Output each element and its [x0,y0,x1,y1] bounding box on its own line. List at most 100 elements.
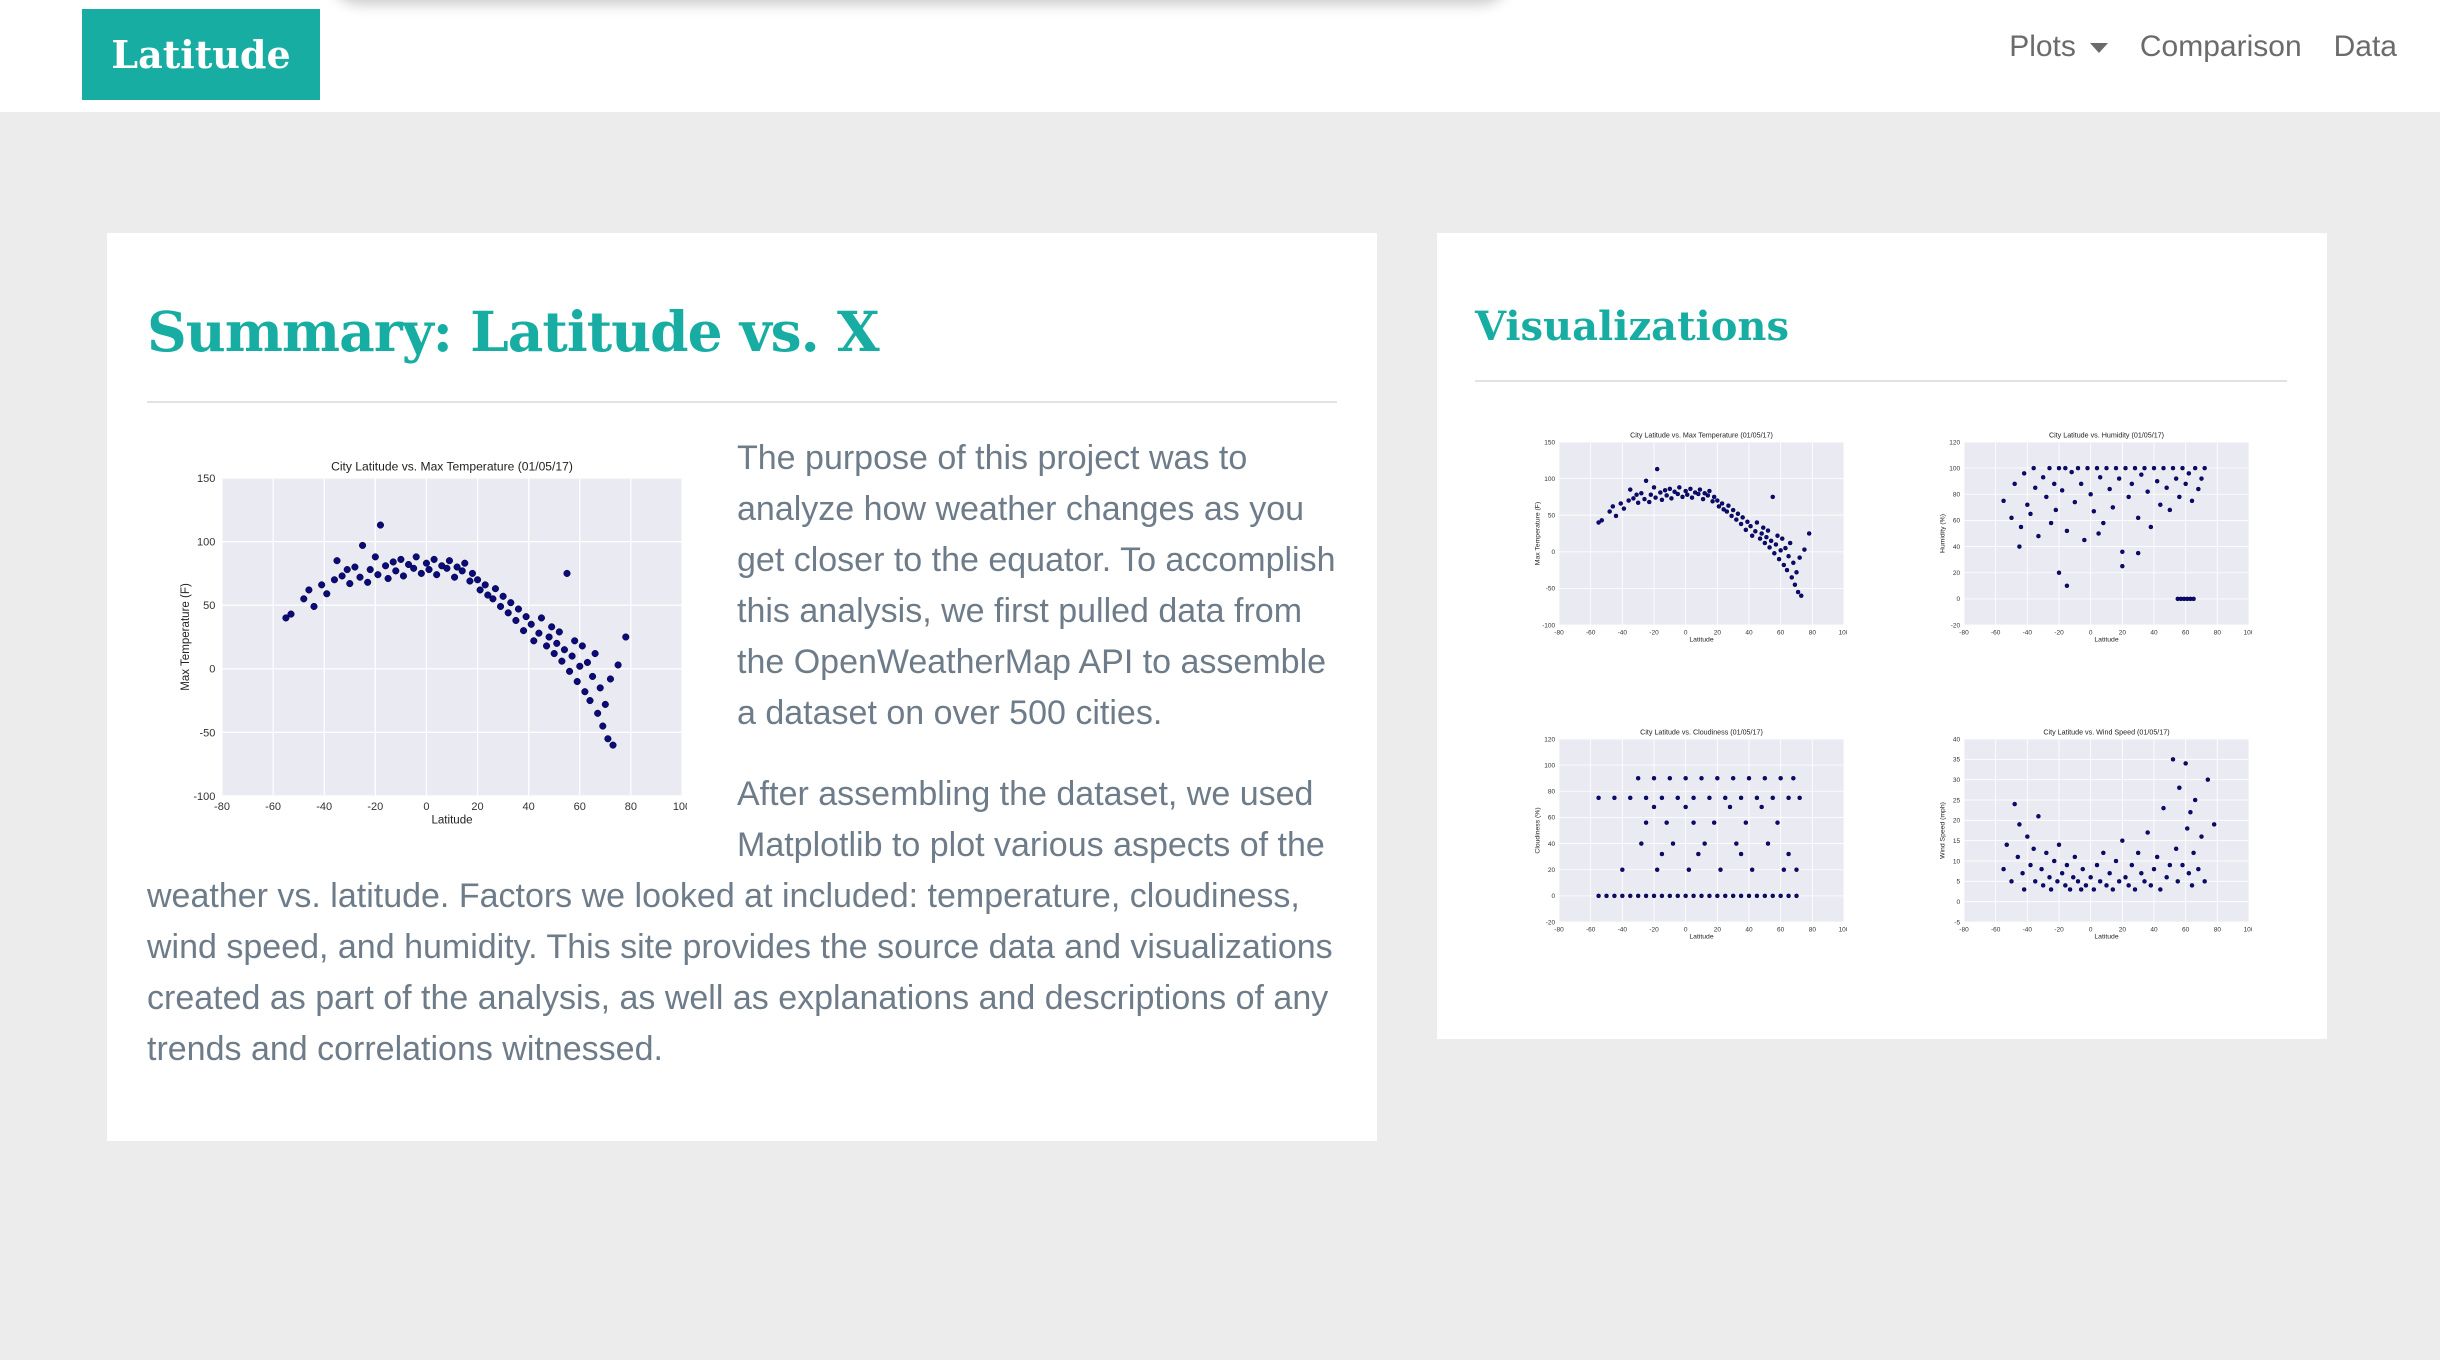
y-tick-label: -5 [1954,919,1960,926]
data-point [2071,875,2076,880]
thumb-wind-link[interactable]: -80 -60 -40 -20 0 20 40 60 80 100 -5 0 5 10 15 20 25 30 35… [1922,725,2253,943]
thumb-humidity-plot: -80 -60 -40 -20 0 20 40 60 80 100 -20 0 20 40 60 80 100 1… [1940,431,2253,643]
x-axis-label: Latitude [2094,636,2118,643]
data-point [1786,553,1791,559]
data-point [2132,887,2138,892]
data-point [1677,485,1682,490]
data-point [330,576,338,584]
data-point [2044,494,2049,500]
data-point [1707,893,1712,899]
navbar: Latitude Plots Comparison Data [0,0,2440,112]
data-point [2033,485,2038,490]
y-tick-label: -50 [1546,586,1556,593]
data-point [1753,529,1758,534]
data-point [1767,545,1772,550]
data-point [1689,495,1695,500]
data-point [2056,842,2062,847]
y-axis-label: Cloudiness (%) [1535,807,1542,853]
thumb-cloudiness-link[interactable]: -80 -60 -40 -20 0 20 40 60 80 100 -20 0 20 40 60 80 100 1… [1517,725,1848,943]
nav-comparison-link[interactable]: Comparison [2140,30,2302,64]
data-point [2080,866,2085,872]
x-tick-label: 80 [2214,630,2222,637]
data-point [2110,887,2116,892]
x-tick-label: 100 [1839,927,1847,934]
data-point [1685,492,1690,497]
data-point [1643,820,1649,825]
data-point [2085,465,2090,471]
data-point [2142,879,2147,884]
y-tick-label: 100 [1544,476,1555,483]
nav-data-link[interactable]: Data [2334,30,2397,64]
x-tick-label: 60 [2182,630,2190,637]
y-tick-label: 150 [197,473,215,485]
data-point [2135,850,2141,856]
data-point [1688,486,1693,492]
data-point [2053,507,2059,513]
data-point [1715,498,1720,503]
data-point [2113,465,2119,471]
x-tick-label: -20 [2054,927,2064,934]
data-point [537,614,545,622]
data-point [2072,854,2078,860]
y-tick-label: -100 [1542,622,1555,629]
data-point [2040,475,2046,480]
data-point [1762,775,1768,781]
data-point [1734,517,1739,522]
data-point [497,602,505,611]
data-point [2177,494,2182,500]
data-point [1707,795,1712,801]
data-point [2186,870,2192,876]
data-point [1778,548,1783,553]
data-point [560,646,568,654]
visualizations-card: Visualizations -80-60-40-20020406080100-… [1437,233,2327,1039]
data-point [2078,481,2084,487]
data-point [2139,472,2144,477]
data-point [1664,493,1669,498]
data-point [1754,795,1760,801]
x-tick-label: 80 [1809,927,1817,934]
data-point [1778,893,1783,899]
nav-plots-label: Plots [2009,30,2076,63]
data-point [364,578,372,586]
data-point [491,585,499,593]
plot-area [1964,739,2249,922]
data-point [2104,465,2109,471]
x-tick-label: 0 [1684,927,1688,934]
x-tick-label: -80 [214,801,230,813]
data-point [2129,481,2135,487]
thumb-humidity-link[interactable]: -80 -60 -40 -20 0 20 40 60 80 100 -20 0 20 40 60 80 100 1… [1922,428,2253,646]
data-point [581,688,589,696]
nav-plots-dropdown[interactable]: Plots [2009,30,2108,64]
data-point [1794,893,1799,899]
x-tick-label: 20 [2119,630,2127,637]
y-tick-label: -20 [1951,622,1961,629]
data-point [1691,893,1696,899]
data-point [2017,822,2022,827]
data-point [2067,887,2073,892]
data-point [2170,757,2176,762]
data-point [591,649,599,658]
summary-card: Summary: Latitude vs. X -80 -60 -40 -20 0 20 4… [107,233,1377,1141]
data-point [397,555,405,563]
x-tick-label: 20 [1714,630,1722,637]
y-tick-label: 0 [209,664,215,676]
data-point [2025,502,2030,507]
thumb-temperature-link[interactable]: -80 -60 -40 -20 0 20 40 60 80 100 -100 -50 0 50 100 150… [1517,428,1848,646]
data-point [1612,795,1617,801]
data-point [1642,496,1647,502]
data-point [2004,842,2009,847]
brand-logo-link[interactable]: Latitude [82,9,320,100]
data-point [553,639,561,647]
thumb-temperature-plot: -80 -60 -40 -20 0 20 40 60 80 100 -100 -50 0 50 100 150… [1535,431,1848,643]
data-point [1683,893,1688,899]
data-point [1696,491,1701,497]
temperature-plot-link[interactable]: -80 -60 -40 -20 0 20 40 60 80 100 -100 -50 0 50 100 150… [147,433,687,828]
x-axis-label: Latitude [431,815,472,827]
data-point [1730,507,1736,513]
data-point [1691,820,1696,825]
data-point [1702,841,1707,846]
data-point [1710,499,1715,504]
data-point [1754,520,1760,525]
data-point [2177,785,2182,791]
x-tick-label: 80 [625,801,637,813]
